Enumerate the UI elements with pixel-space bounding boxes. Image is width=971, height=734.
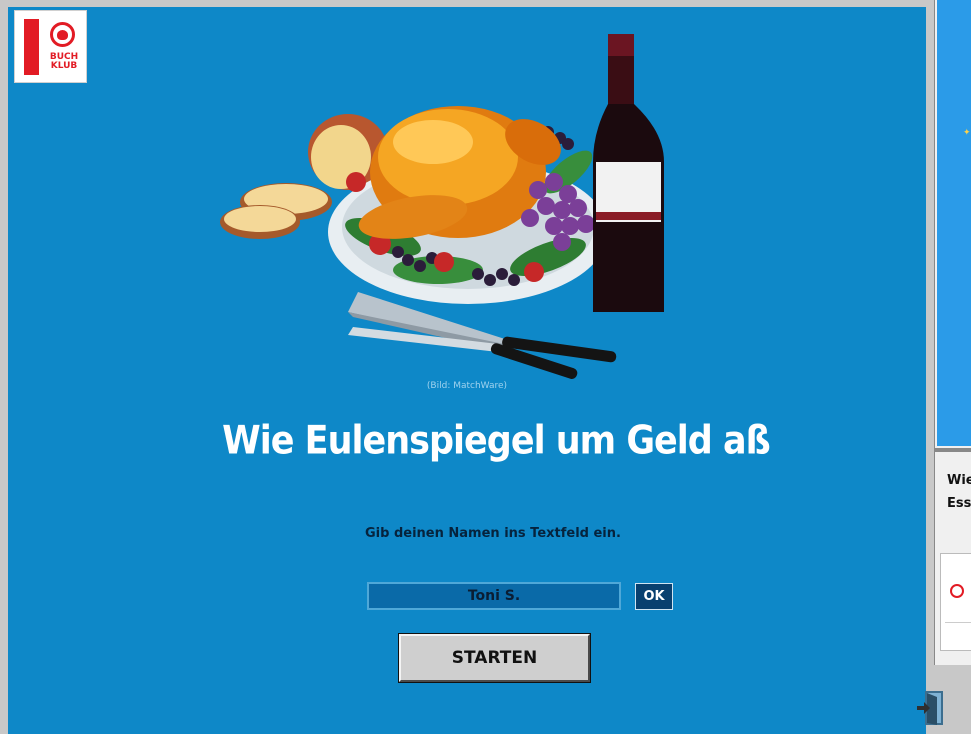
sparkle-icon: ✦ (963, 128, 971, 138)
roast-chicken-wine-illustration (220, 34, 664, 379)
background-window[interactable]: ✦ Wie Ess (934, 0, 971, 665)
background-window-text-line1: Wie (947, 473, 971, 488)
name-input[interactable]: Toni S. (367, 582, 621, 610)
divider (945, 622, 971, 623)
logo-emblem-icon (50, 22, 75, 47)
background-window-thumbnail (940, 553, 971, 651)
logo-emblem-icon (950, 584, 964, 598)
buchklub-logo: BUCH KLUB (14, 10, 87, 83)
instruction-text: Gib deinen Namen ins Textfeld ein. (365, 526, 621, 541)
logo-red-bar (24, 19, 39, 75)
background-window-text-line2: Ess (947, 496, 971, 511)
main-stage: BUCH KLUB (Bild: MatchWare) Wie Eulenspi… (8, 7, 926, 734)
page-title: Wie Eulenspiegel um Geld aß (222, 418, 771, 464)
start-button[interactable]: STARTEN (398, 633, 591, 683)
logo-text-line2: KLUB (50, 61, 78, 71)
ok-button[interactable]: OK (635, 583, 673, 610)
exit-door-icon[interactable] (915, 689, 945, 727)
background-window-divider (935, 448, 971, 452)
background-window-blue-panel (937, 0, 971, 446)
image-credit: (Bild: MatchWare) (426, 381, 508, 391)
